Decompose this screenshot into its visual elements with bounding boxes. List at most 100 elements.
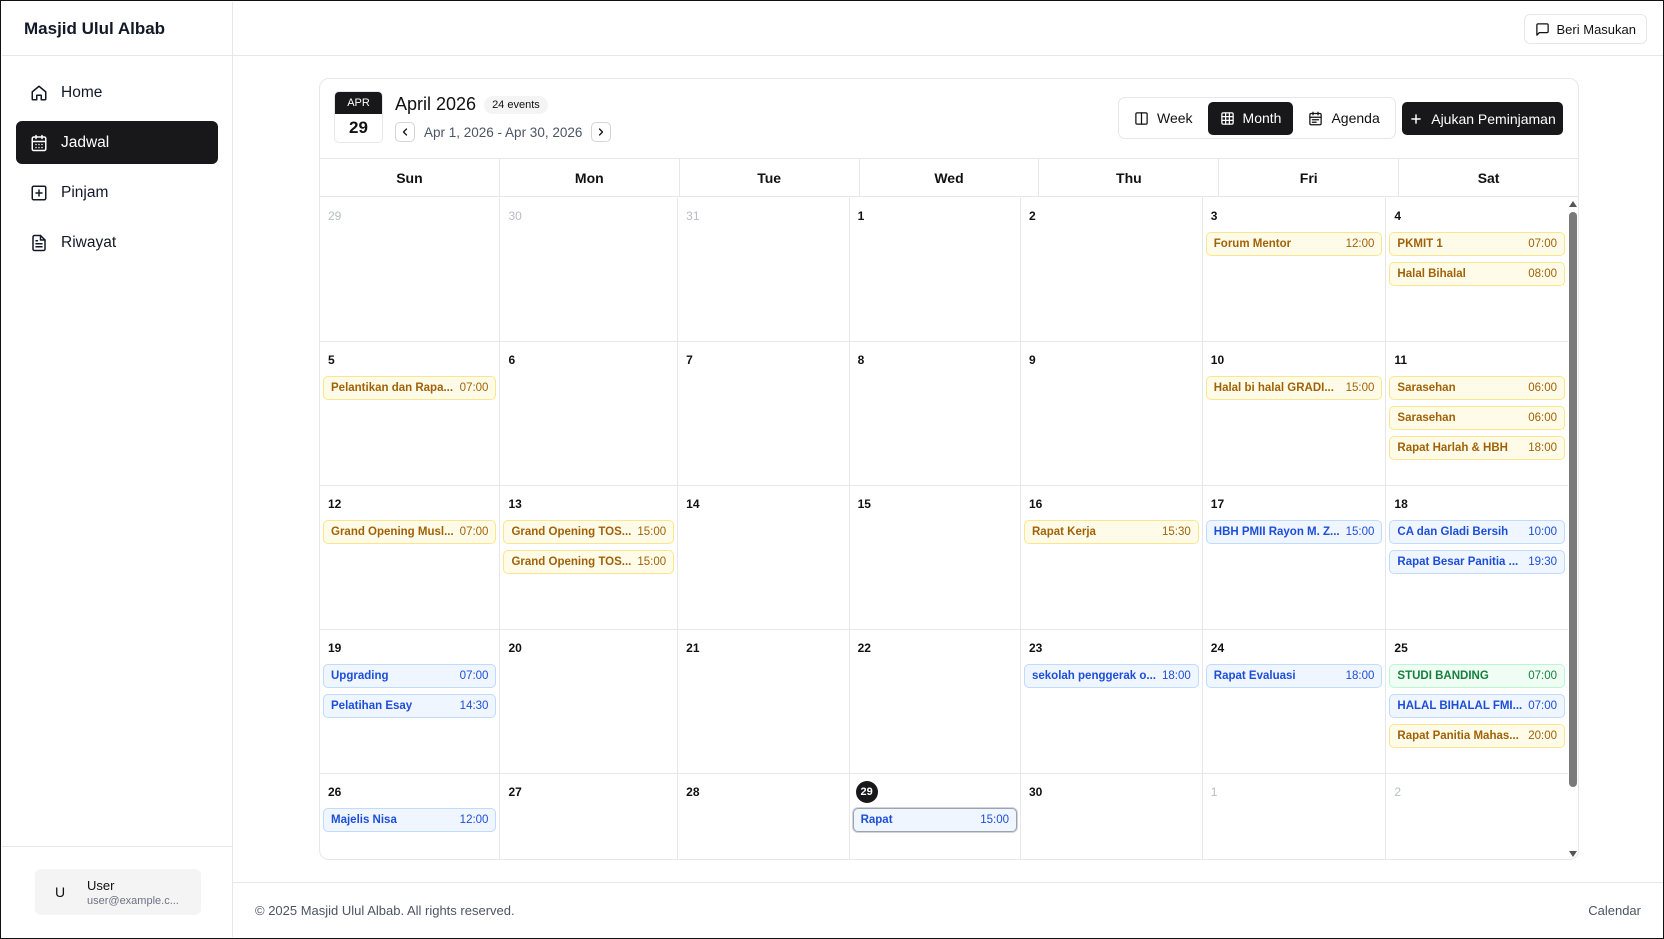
- sidebar-item-home[interactable]: Home: [16, 71, 218, 114]
- day-number-text: 13: [508, 497, 522, 511]
- event-time: 12:00: [459, 814, 489, 826]
- day-number: 18: [1389, 494, 1565, 514]
- day-cell[interactable]: 13 Grand Opening TOS... 15:00 Grand Opening…: [500, 486, 679, 630]
- day-cell[interactable]: 27: [500, 774, 679, 859]
- day-number-text: 29: [328, 209, 342, 223]
- footer-calendar-link[interactable]: Calendar: [1588, 903, 1641, 918]
- feedback-label: Beri Masukan: [1556, 21, 1636, 37]
- day-cell[interactable]: 10 Halal bi halal GRADI... 15:00: [1202, 342, 1387, 486]
- event-chip[interactable]: Upgrading 07:00: [323, 664, 497, 688]
- event-chip[interactable]: Grand Opening TOS... 15:00: [503, 520, 675, 544]
- event-chip[interactable]: Rapat 15:00: [852, 808, 1017, 832]
- event-chip[interactable]: Sarasehan 06:00: [1389, 406, 1565, 430]
- day-number: 31: [681, 206, 845, 226]
- top-bar: Beri Masukan: [233, 2, 1663, 56]
- view-week-button[interactable]: Week: [1122, 102, 1205, 135]
- day-number-text: 2: [1029, 209, 1036, 223]
- day-number-text: 4: [1394, 209, 1402, 223]
- view-label: Agenda: [1331, 110, 1380, 126]
- event-chip[interactable]: Sarasehan 06:00: [1389, 376, 1565, 400]
- event-chip[interactable]: Pelantikan dan Rapa... 07:00: [323, 376, 497, 400]
- event-chip[interactable]: Rapat Harlah & HBH 18:00: [1389, 436, 1565, 460]
- event-chip[interactable]: Rapat Evaluasi 18:00: [1205, 664, 1383, 688]
- day-number-text: 8: [857, 353, 865, 367]
- day-cell[interactable]: 31: [678, 198, 850, 342]
- event-title: Halal bi halal GRADI...: [1213, 382, 1334, 394]
- day-cell[interactable]: 29: [320, 198, 501, 342]
- sidebar-item-jadwal[interactable]: Jadwal: [16, 121, 218, 164]
- day-cell[interactable]: 15: [849, 486, 1021, 630]
- event-chip[interactable]: HBH PMII Rayon M. Z... 15:00: [1205, 520, 1383, 544]
- event-chip[interactable]: PKMIT 1 07:00: [1389, 232, 1565, 256]
- day-cell[interactable]: 11 Sarasehan 06:00 Sarasehan 06:00 Rapat Harl…: [1386, 342, 1568, 486]
- event-chip[interactable]: Rapat Panitia Mahas... 20:00: [1389, 724, 1565, 748]
- day-number: 24: [1206, 638, 1383, 658]
- event-title: STUDI BANDING: [1397, 670, 1489, 682]
- day-cell[interactable]: 25 STUDI BANDING 07:00 HALAL BIHALAL FMI...…: [1386, 630, 1568, 774]
- view-agenda-button[interactable]: Agenda: [1296, 102, 1391, 135]
- sidebar-item-pinjam[interactable]: Pinjam: [16, 171, 218, 214]
- event-chip[interactable]: CA dan Gladi Bersih 10:00: [1389, 520, 1565, 544]
- day-cell[interactable]: 30: [500, 198, 679, 342]
- day-number-text: 28: [686, 785, 700, 799]
- day-cell[interactable]: 17 HBH PMII Rayon M. Z... 15:00: [1202, 486, 1387, 630]
- day-cell[interactable]: 4 PKMIT 1 07:00 Halal Bihalal 08:00: [1386, 198, 1568, 342]
- event-chip[interactable]: STUDI BANDING 07:00: [1389, 664, 1565, 688]
- prev-month-button[interactable]: [395, 122, 415, 142]
- day-cell[interactable]: 30: [1021, 774, 1203, 859]
- sidebar-item-riwayat[interactable]: Riwayat: [16, 221, 218, 264]
- scroll-up-arrow-icon[interactable]: [1569, 201, 1577, 207]
- user-menu[interactable]: U User user@example.c...: [35, 869, 201, 915]
- day-cell[interactable]: 18 CA dan Gladi Bersih 10:00 Rapat Besar Pa…: [1386, 486, 1568, 630]
- day-cell[interactable]: 12 Grand Opening Musl... 07:00: [320, 486, 501, 630]
- day-cell[interactable]: 7: [678, 342, 850, 486]
- day-cell[interactable]: 21: [678, 630, 850, 774]
- day-cell[interactable]: 23 sekolah penggerak o... 18:00: [1021, 630, 1203, 774]
- event-chip[interactable]: Grand Opening TOS... 15:00: [503, 550, 675, 574]
- scrollbar-thumb[interactable]: [1569, 212, 1577, 787]
- day-cell[interactable]: 9: [1021, 342, 1203, 486]
- event-chip[interactable]: HALAL BIHALAL FMI... 07:00: [1389, 694, 1565, 718]
- today-date-badge: APR 29: [334, 91, 383, 143]
- day-cell[interactable]: 6: [500, 342, 679, 486]
- day-cell[interactable]: 8: [849, 342, 1021, 486]
- day-cell[interactable]: 3 Forum Mentor 12:00: [1202, 198, 1387, 342]
- day-cell[interactable]: 22: [849, 630, 1021, 774]
- day-number-text: 14: [686, 497, 700, 511]
- day-cell[interactable]: 5 Pelantikan dan Rapa... 07:00: [320, 342, 501, 486]
- day-cell-today[interactable]: 29 Rapat 15:00: [850, 774, 1021, 859]
- event-chip[interactable]: Majelis Nisa 12:00: [323, 808, 497, 832]
- vertical-scrollbar[interactable]: [1568, 198, 1578, 859]
- next-month-button[interactable]: [591, 122, 612, 142]
- day-cell[interactable]: 2: [1386, 774, 1568, 859]
- day-cell[interactable]: 19 Upgrading 07:00 Pelatihan Esay 14:30: [320, 630, 501, 774]
- day-number-text: 30: [1029, 785, 1043, 799]
- event-chip[interactable]: Rapat Kerja 15:30: [1024, 520, 1199, 544]
- event-title: Grand Opening TOS...: [511, 526, 632, 538]
- event-time: 15:30: [1161, 526, 1191, 538]
- day-cell[interactable]: 26 Majelis Nisa 12:00: [320, 774, 501, 859]
- day-cell[interactable]: 1: [1203, 774, 1387, 859]
- scroll-down-arrow-icon[interactable]: [1569, 851, 1577, 857]
- columns-icon: [1134, 111, 1149, 126]
- day-cell[interactable]: 2: [1021, 198, 1203, 342]
- event-chip[interactable]: Forum Mentor 12:00: [1205, 232, 1383, 256]
- day-cell[interactable]: 1: [849, 198, 1021, 342]
- event-chip[interactable]: Halal bi halal GRADI... 15:00: [1205, 376, 1383, 400]
- feedback-button[interactable]: Beri Masukan: [1523, 14, 1647, 44]
- day-cell[interactable]: 20: [500, 630, 679, 774]
- event-chip[interactable]: Rapat Besar Panitia ... 19:30: [1389, 550, 1565, 574]
- submit-booking-button[interactable]: Ajukan Peminjaman: [1402, 102, 1563, 135]
- event-chip[interactable]: Pelatihan Esay 14:30: [323, 694, 497, 718]
- day-cell[interactable]: 24 Rapat Evaluasi 18:00: [1202, 630, 1387, 774]
- event-chip[interactable]: Grand Opening Musl... 07:00: [323, 520, 497, 544]
- view-month-button[interactable]: Month: [1207, 101, 1294, 135]
- day-cell[interactable]: 28: [678, 774, 850, 859]
- day-number-text: 30: [508, 209, 522, 223]
- user-email: user@example.c...: [87, 894, 179, 907]
- event-chip[interactable]: Halal Bihalal 08:00: [1389, 262, 1565, 286]
- event-chip[interactable]: sekolah penggerak o... 18:00: [1024, 664, 1199, 688]
- app-window: Masjid Ulul Albab Home Jadwal Pinjam Riw…: [0, 0, 1664, 939]
- day-cell[interactable]: 14: [678, 486, 850, 630]
- day-cell[interactable]: 16 Rapat Kerja 15:30: [1021, 486, 1203, 630]
